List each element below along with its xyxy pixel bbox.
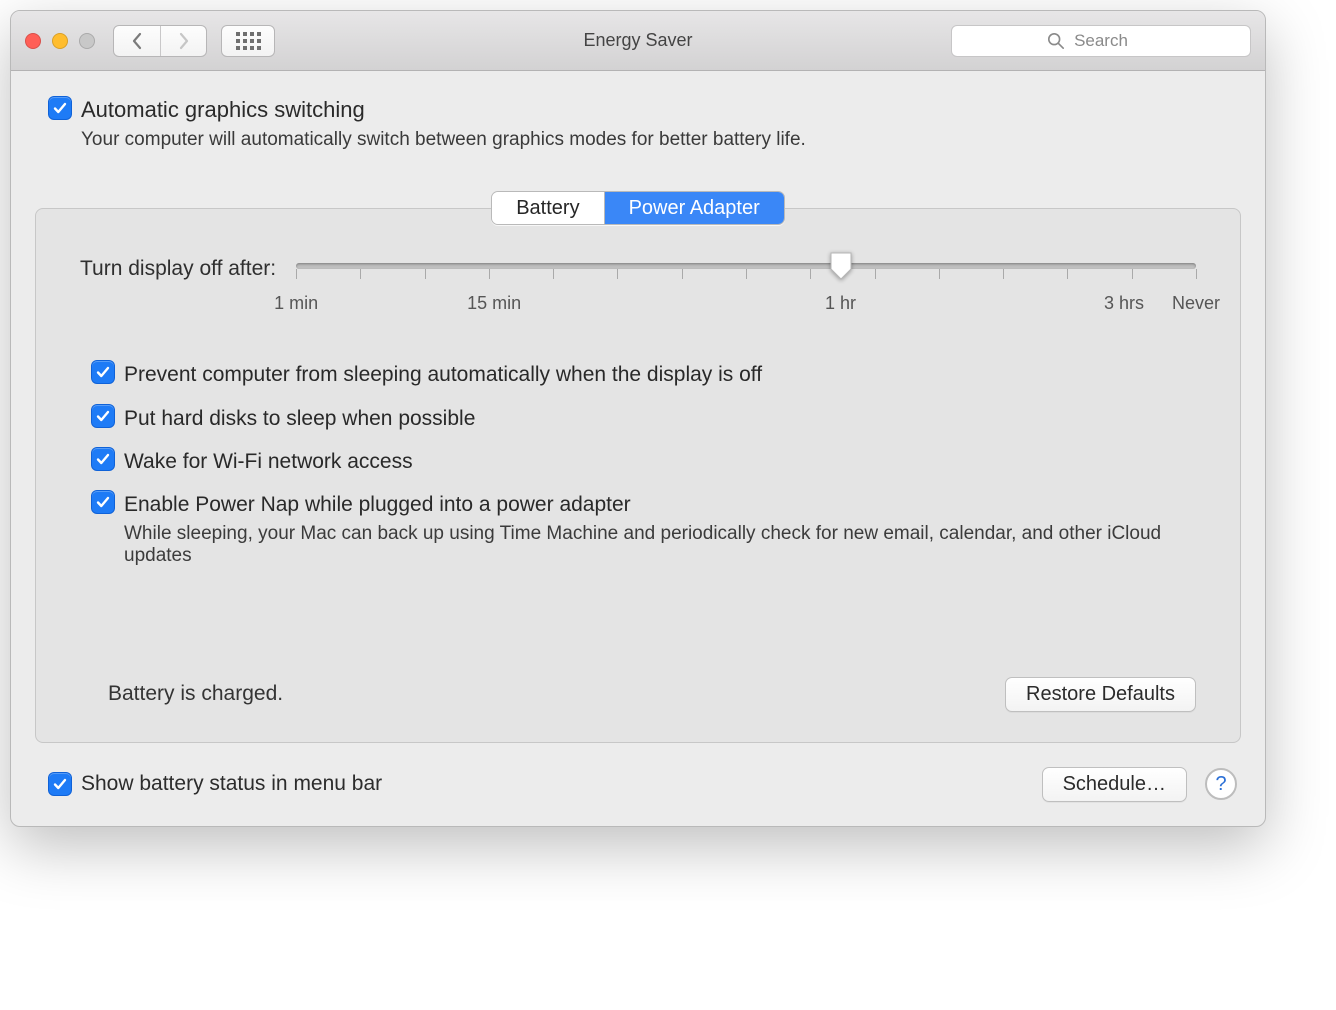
help-button[interactable]: ? <box>1205 768 1237 800</box>
graphics-switching-checkbox[interactable] <box>49 97 71 119</box>
graphics-switching-description: Your computer will automatically switch … <box>81 129 806 151</box>
tab-power-adapter[interactable]: Power Adapter <box>604 192 784 224</box>
minimize-button[interactable] <box>52 33 68 49</box>
power-nap-label: Enable Power Nap while plugged into a po… <box>124 491 1196 518</box>
titlebar: Energy Saver <box>11 11 1265 71</box>
tick-15min: 15 min <box>467 293 521 314</box>
chevron-right-icon <box>178 32 190 50</box>
show-battery-label: Show battery status in menu bar <box>81 772 382 796</box>
tick-3hrs: 3 hrs <box>1104 293 1144 314</box>
show-battery-checkbox[interactable] <box>49 773 71 795</box>
zoom-button <box>79 33 95 49</box>
hard-disks-label: Put hard disks to sleep when possible <box>124 405 475 432</box>
grid-icon <box>236 32 261 50</box>
search-icon <box>1047 32 1065 50</box>
search-input[interactable] <box>951 25 1251 57</box>
close-button[interactable] <box>25 33 41 49</box>
display-off-label: Turn display off after: <box>80 257 276 281</box>
power-nap-description: While sleeping, your Mac can back up usi… <box>124 523 1196 567</box>
display-off-slider[interactable]: 1 min 15 min 1 hr 3 hrs Never <box>296 257 1196 319</box>
question-icon: ? <box>1215 773 1226 796</box>
settings-panel: Turn display off after: 1 min <box>35 208 1241 742</box>
prevent-sleep-checkbox[interactable] <box>92 361 114 383</box>
graphics-switching-label: Automatic graphics switching <box>81 97 806 123</box>
checkmark-icon <box>95 494 111 510</box>
wake-wifi-label: Wake for Wi-Fi network access <box>124 448 413 475</box>
battery-status: Battery is charged. <box>108 682 283 706</box>
energy-saver-window: Energy Saver Automatic graphics switchin… <box>10 10 1266 827</box>
window-controls <box>25 33 95 49</box>
tick-never: Never <box>1172 293 1220 314</box>
checkmark-icon <box>52 100 68 116</box>
wake-wifi-checkbox[interactable] <box>92 448 114 470</box>
checkmark-icon <box>95 451 111 467</box>
checkmark-icon <box>52 776 68 792</box>
back-button[interactable] <box>114 26 160 56</box>
slider-tick-labels: 1 min 15 min 1 hr 3 hrs Never <box>296 293 1196 319</box>
slider-ticks <box>296 269 1196 293</box>
prevent-sleep-label: Prevent computer from sleeping automatic… <box>124 361 762 388</box>
power-nap-checkbox[interactable] <box>92 491 114 513</box>
forward-button[interactable] <box>160 26 206 56</box>
checkmark-icon <box>95 408 111 424</box>
restore-defaults-button[interactable]: Restore Defaults <box>1005 677 1196 712</box>
schedule-button[interactable]: Schedule… <box>1042 767 1187 802</box>
tick-1hr: 1 hr <box>825 293 856 314</box>
checkmark-icon <box>95 364 111 380</box>
nav-buttons <box>113 25 207 57</box>
hard-disks-checkbox[interactable] <box>92 405 114 427</box>
chevron-left-icon <box>131 32 143 50</box>
tick-1min: 1 min <box>274 293 318 314</box>
power-source-tabs: Battery Power Adapter <box>491 191 785 225</box>
show-all-button[interactable] <box>221 25 275 57</box>
content-area: Automatic graphics switching Your comput… <box>11 71 1265 826</box>
tab-battery[interactable]: Battery <box>492 192 603 224</box>
